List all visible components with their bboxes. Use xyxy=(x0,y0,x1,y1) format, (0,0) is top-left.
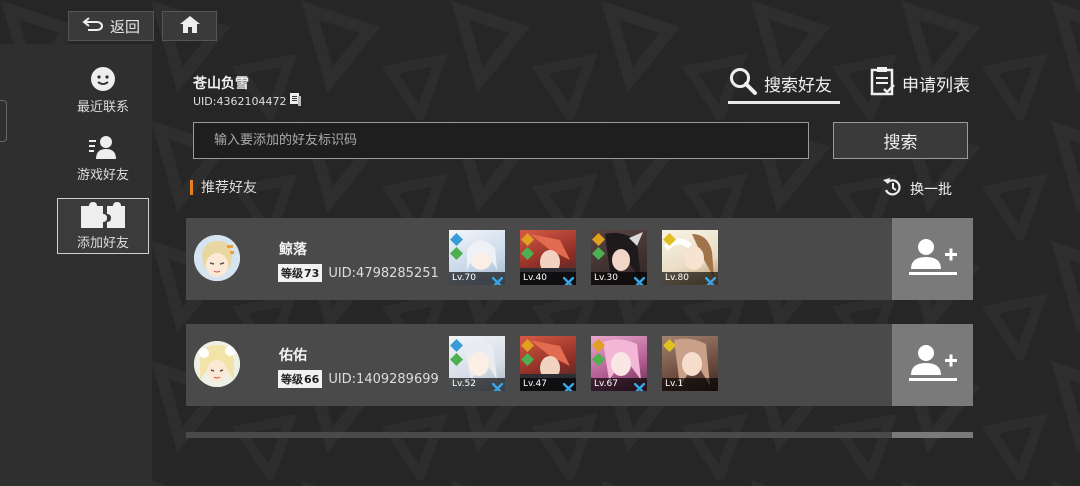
magnifier-icon xyxy=(728,66,758,101)
level-badge: 等级 73 xyxy=(278,264,323,282)
add-friend-button[interactable] xyxy=(892,324,973,406)
refresh-icon xyxy=(882,177,904,201)
level-prefix: 等级 xyxy=(281,373,303,386)
element-icon xyxy=(521,351,534,366)
element-icon xyxy=(521,337,534,352)
element-icon xyxy=(521,231,534,246)
character-portrait[interactable]: Lv.52 xyxy=(449,336,505,391)
character-portrait[interactable]: Lv.1 xyxy=(662,336,718,391)
sidebar-item-game-friends[interactable]: 游戏好友 xyxy=(57,130,149,186)
class-icon xyxy=(491,379,504,391)
element-icon xyxy=(663,231,676,246)
character-portrait[interactable]: Lv.30 xyxy=(591,230,647,285)
element-icon xyxy=(450,231,463,246)
character-portrait[interactable]: Lv.67 xyxy=(591,336,647,391)
sidebar-item-recent[interactable]: 最近联系 xyxy=(57,62,149,118)
element-icon xyxy=(450,351,463,366)
level-value: 73 xyxy=(304,266,320,280)
class-icon xyxy=(633,379,646,391)
avatar xyxy=(194,341,240,387)
class-icon xyxy=(704,273,717,285)
class-icon xyxy=(562,273,575,285)
recommend-header: 推荐好友 xyxy=(190,177,257,197)
puzzle-icon xyxy=(79,201,127,228)
class-icon xyxy=(491,273,504,285)
class-icon xyxy=(562,379,575,391)
sidebar-item-label: 最近联系 xyxy=(76,99,129,115)
recommend-title: 推荐好友 xyxy=(201,180,257,196)
profile-uid-row: UID:4362104472 xyxy=(193,93,302,109)
friend-meta: 等级 66 UID:1409289699 xyxy=(278,370,439,388)
element-icon xyxy=(663,337,676,352)
back-arrow-icon xyxy=(82,16,104,36)
back-button[interactable]: 返回 xyxy=(68,11,154,41)
active-tab-underline xyxy=(728,101,840,104)
friend-name: 鲸落 xyxy=(279,242,307,258)
character-portrait[interactable]: Lv.47 xyxy=(520,336,576,391)
add-friend-button-partial[interactable] xyxy=(892,432,973,438)
character-list: Lv.52 Lv.47 Lv.67 Lv.1 xyxy=(449,336,718,391)
level-value: 66 xyxy=(304,372,320,386)
character-level: Lv.1 xyxy=(662,378,718,391)
friend-card: 佑佑 等级 66 UID:1409289699 Lv.52 Lv.47 Lv.67 xyxy=(186,324,973,406)
friend-card: 鲸落 等级 73 UID:4798285251 Lv.70 Lv.40 Lv.30 xyxy=(186,218,973,300)
add-friend-button[interactable] xyxy=(892,218,973,300)
element-icon xyxy=(592,337,605,352)
friend-name: 佑佑 xyxy=(279,348,307,364)
clipboard-icon xyxy=(870,66,896,101)
tab-request-list[interactable]: 申请列表 xyxy=(870,66,970,101)
profile-uid: UID:4362104472 xyxy=(193,94,287,108)
profile-name: 苍山负雪 xyxy=(193,76,249,92)
character-list: Lv.70 Lv.40 Lv.30 Lv.80 xyxy=(449,230,718,285)
level-badge: 等级 66 xyxy=(278,370,323,388)
element-icon xyxy=(592,231,605,246)
friend-meta: 等级 73 UID:4798285251 xyxy=(278,264,439,282)
add-user-icon xyxy=(907,343,959,387)
search-button[interactable]: 搜索 xyxy=(833,122,968,159)
home-icon xyxy=(178,14,202,38)
tab-label: 搜索好友 xyxy=(764,76,832,96)
back-label: 返回 xyxy=(109,17,140,36)
element-icon xyxy=(521,245,534,260)
friend-id-input[interactable] xyxy=(193,122,809,159)
smiley-icon xyxy=(90,66,116,92)
character-portrait[interactable]: Lv.40 xyxy=(520,230,576,285)
refresh-button[interactable]: 换一批 xyxy=(882,177,952,201)
character-portrait[interactable]: Lv.70 xyxy=(449,230,505,285)
element-icon xyxy=(450,337,463,352)
home-button[interactable] xyxy=(162,11,217,41)
friend-card-partial xyxy=(186,432,973,438)
element-icon xyxy=(592,351,605,366)
accent-bar xyxy=(190,179,193,195)
avatar xyxy=(194,235,240,281)
sidebar-item-add-friend[interactable]: 添加好友 xyxy=(57,198,149,254)
sidebar-item-label: 游戏好友 xyxy=(76,167,129,183)
element-icon xyxy=(450,245,463,260)
copy-icon[interactable] xyxy=(289,93,302,109)
tab-search-friends[interactable]: 搜索好友 xyxy=(728,66,840,104)
character-portrait[interactable]: Lv.80 xyxy=(662,230,718,285)
element-icon xyxy=(592,245,605,260)
level-prefix: 等级 xyxy=(281,267,303,280)
friends-icon xyxy=(88,134,118,160)
friend-uid: UID:4798285251 xyxy=(328,265,439,281)
tab-label: 申请列表 xyxy=(902,76,970,96)
add-user-icon xyxy=(907,237,959,281)
friend-uid: UID:1409289699 xyxy=(328,371,439,387)
sidebar-item-label: 添加好友 xyxy=(76,235,129,251)
refresh-label: 换一批 xyxy=(910,182,952,198)
sidebar-edge-handle[interactable] xyxy=(0,100,7,142)
class-icon xyxy=(633,273,646,285)
